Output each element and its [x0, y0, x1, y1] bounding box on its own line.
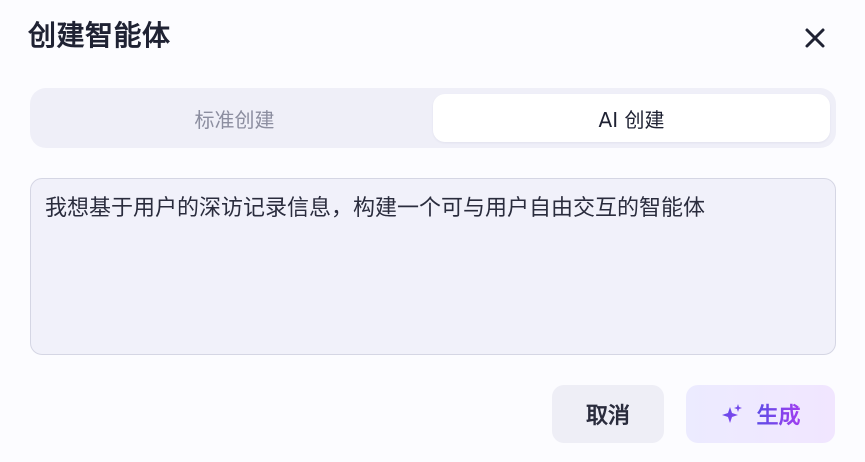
- generate-button[interactable]: 生成: [686, 385, 835, 443]
- close-icon: [805, 28, 825, 48]
- agent-prompt-input[interactable]: 我想基于用户的深访记录信息，构建一个可与用户自由交互的智能体: [30, 178, 836, 355]
- creation-mode-tabs: 标准创建 AI 创建: [30, 88, 836, 148]
- sparkle-icon: [720, 402, 744, 426]
- create-agent-dialog: 创建智能体 标准创建 AI 创建 我想基于用户的深访记录信息，构建一个可与用户自…: [0, 0, 865, 462]
- dialog-title: 创建智能体: [28, 19, 171, 52]
- generate-label: 生成: [756, 398, 800, 430]
- close-button[interactable]: [803, 26, 827, 50]
- tab-ai-create[interactable]: AI 创建: [433, 94, 830, 142]
- cancel-button[interactable]: 取消: [552, 385, 664, 443]
- tab-standard-create[interactable]: 标准创建: [36, 94, 433, 142]
